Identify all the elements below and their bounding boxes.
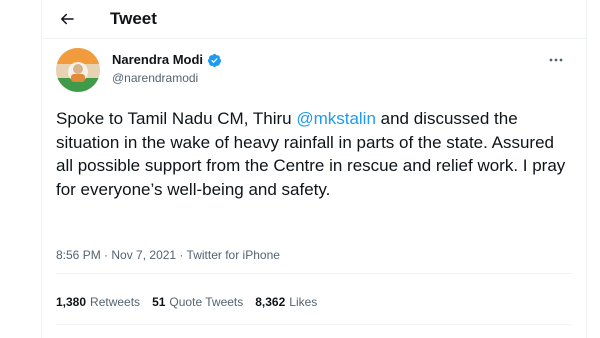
name-row: Narendra Modi bbox=[112, 52, 222, 68]
tweet-stats: 1,380 Retweets 51 Quote Tweets 8,362 Likes bbox=[56, 294, 317, 310]
verified-badge-icon bbox=[207, 53, 222, 67]
author-block: Narendra Modi @narendramodi bbox=[56, 48, 572, 98]
avatar[interactable] bbox=[56, 48, 100, 92]
tweet-meta: 8:56 PM · Nov 7, 2021 · Twitter for iPho… bbox=[56, 247, 280, 263]
quote-tweets-label: Quote Tweets bbox=[169, 295, 244, 309]
mention-link[interactable]: @mkstalin bbox=[296, 109, 376, 128]
retweets-count: 1,380 bbox=[56, 295, 87, 309]
quote-tweets-count: 51 bbox=[152, 295, 166, 309]
meta-separator: · bbox=[100, 248, 112, 262]
divider bbox=[56, 273, 572, 274]
top-bar: Tweet bbox=[42, 0, 586, 39]
back-button[interactable] bbox=[56, 8, 78, 30]
more-horizontal-icon bbox=[549, 58, 563, 62]
retweets-label: Retweets bbox=[90, 295, 141, 309]
tweet-text: Spoke to Tamil Nadu CM, Thiru @mkstalin … bbox=[56, 107, 566, 201]
author-handle[interactable]: @narendramodi bbox=[112, 71, 198, 86]
tweet-page: Tweet Narendra Modi @narendramodi Spoke … bbox=[41, 0, 587, 338]
retweets-stat[interactable]: 1,380 Retweets bbox=[56, 294, 140, 310]
more-button[interactable] bbox=[546, 52, 566, 68]
arrow-left-icon bbox=[61, 13, 74, 25]
tweet-text-part: Spoke to Tamil Nadu CM, Thiru bbox=[56, 109, 297, 128]
likes-stat[interactable]: 8,362 Likes bbox=[255, 294, 317, 310]
display-name[interactable]: Narendra Modi bbox=[112, 52, 203, 68]
tweet-source[interactable]: Twitter for iPhone bbox=[187, 248, 280, 262]
meta-separator: · bbox=[176, 248, 187, 262]
quote-tweets-stat[interactable]: 51 Quote Tweets bbox=[152, 294, 243, 310]
tweet-date[interactable]: Nov 7, 2021 bbox=[111, 248, 176, 262]
page-title: Tweet bbox=[110, 9, 157, 28]
likes-label: Likes bbox=[289, 295, 318, 309]
divider bbox=[56, 324, 572, 325]
avatar-image bbox=[56, 48, 100, 92]
tweet-time[interactable]: 8:56 PM bbox=[56, 248, 101, 262]
likes-count: 8,362 bbox=[255, 295, 286, 309]
